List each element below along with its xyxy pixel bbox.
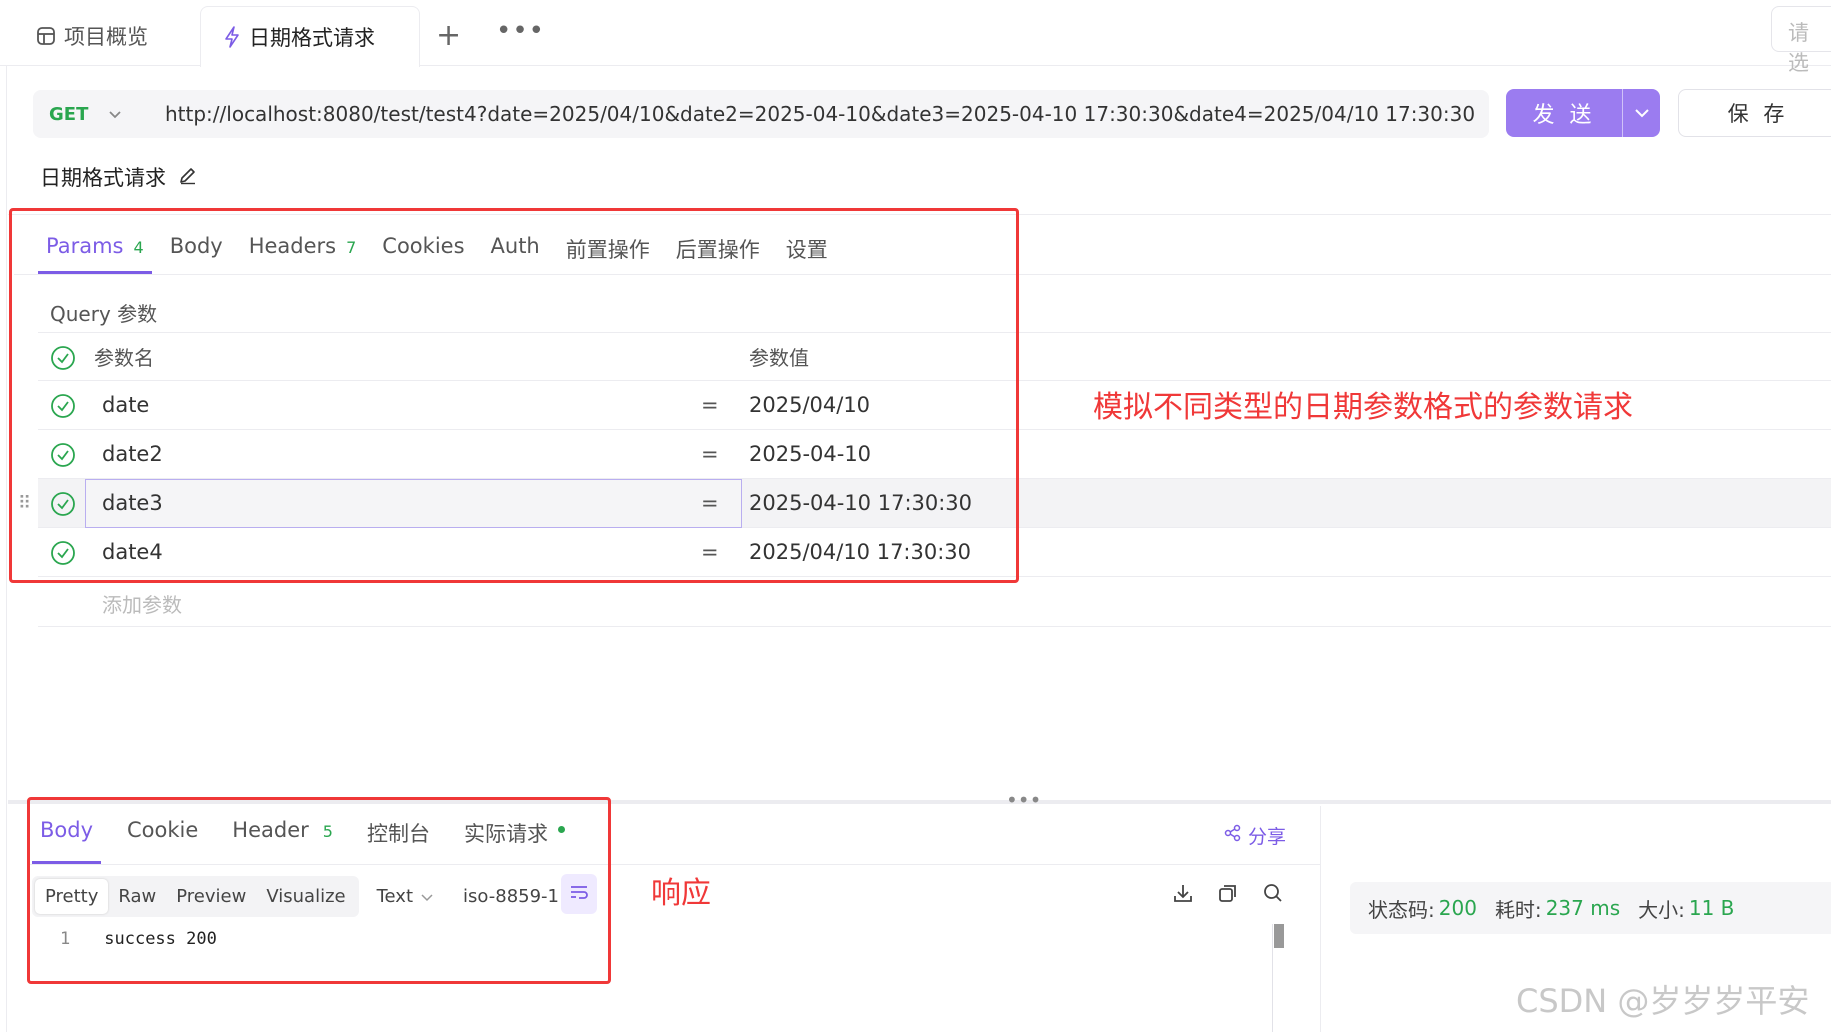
request-name-label: 日期格式请求 xyxy=(40,166,166,190)
scrollbar[interactable] xyxy=(1272,924,1284,1032)
time-value: 237 ms xyxy=(1545,896,1621,920)
filter-input[interactable]: 请选 xyxy=(1771,6,1831,75)
left-border xyxy=(6,66,7,1032)
tab-date-format-request[interactable]: 日期格式请求 xyxy=(200,6,420,67)
save-button[interactable]: 保 存 xyxy=(1678,89,1831,137)
method-select[interactable]: GET xyxy=(49,104,149,125)
overview-icon xyxy=(36,26,56,46)
more-icon[interactable]: ••• xyxy=(496,16,545,46)
url-bar[interactable]: GET http://localhost:8080/test/test4?dat… xyxy=(33,90,1489,138)
time-label: 耗时: xyxy=(1494,897,1542,922)
tab-label: 日期格式请求 xyxy=(249,26,375,50)
chevron-down-icon xyxy=(108,104,122,125)
panel-separator xyxy=(1320,806,1321,1032)
annotation-box-response xyxy=(27,797,611,984)
request-name: 日期格式请求 xyxy=(40,162,198,192)
size-value: 11 B xyxy=(1688,896,1735,920)
add-param-input[interactable]: 添加参数 xyxy=(102,589,182,618)
send-label: 发 送 xyxy=(1532,103,1596,128)
url-input[interactable]: http://localhost:8080/test/test4?date=20… xyxy=(165,102,1475,126)
scrollbar-thumb[interactable] xyxy=(1274,924,1284,948)
annotation-response-note: 响应 xyxy=(651,876,711,911)
download-icon[interactable] xyxy=(1172,882,1194,908)
search-icon[interactable] xyxy=(1262,882,1284,908)
status-code: 200 xyxy=(1438,896,1477,920)
tab-project-overview[interactable]: 项目概览 xyxy=(14,6,194,66)
method-label: GET xyxy=(49,103,89,125)
share-button[interactable]: 分享 xyxy=(1224,822,1286,849)
annotation-request-note: 模拟不同类型的日期参数格式的参数请求 xyxy=(1093,390,1633,425)
watermark: CSDN @岁岁岁平安 xyxy=(1516,982,1810,1020)
send-button[interactable]: 发 送 xyxy=(1506,89,1660,137)
divider xyxy=(38,626,1831,627)
status-code-label: 状态码: xyxy=(1368,897,1435,922)
annotation-box-request xyxy=(9,208,1019,583)
response-status: 状态码: 200 耗时: 237 ms 大小: 11 B xyxy=(1350,882,1831,934)
edit-icon[interactable] xyxy=(178,165,198,190)
share-icon xyxy=(1224,824,1242,847)
lightning-icon xyxy=(223,26,241,48)
size-label: 大小: xyxy=(1638,897,1685,922)
send-dropdown-icon[interactable] xyxy=(1623,108,1660,118)
add-tab-icon[interactable]: + xyxy=(436,18,461,53)
tab-label: 项目概览 xyxy=(64,25,148,49)
resize-handle-icon[interactable]: ••• xyxy=(1006,788,1041,812)
copy-icon[interactable] xyxy=(1217,882,1239,908)
share-label: 分享 xyxy=(1248,826,1287,848)
